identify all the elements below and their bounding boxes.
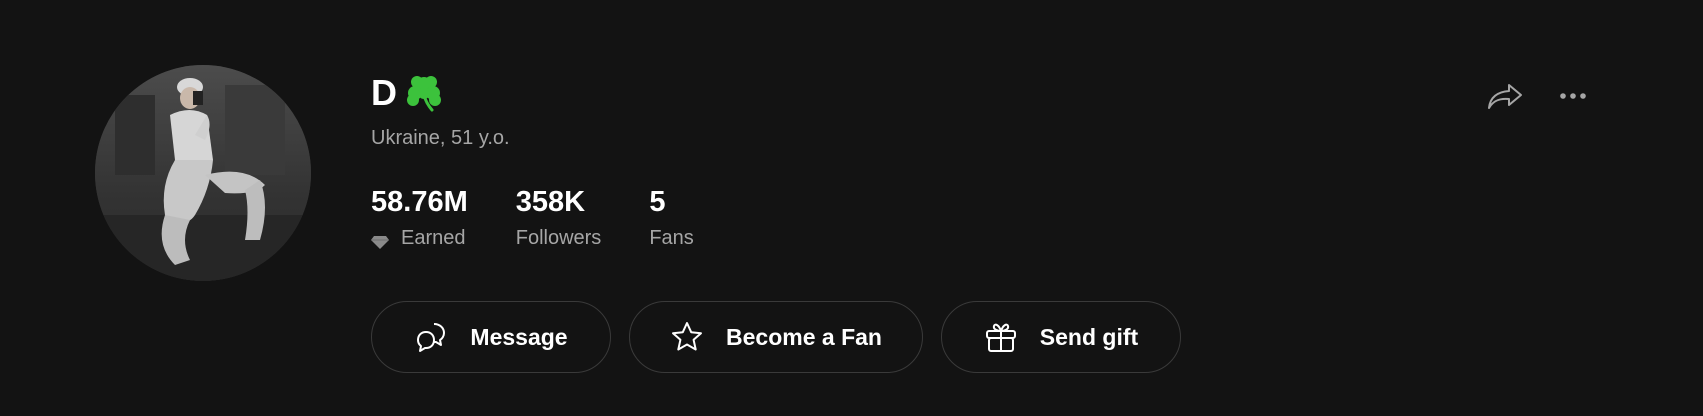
send-gift-button[interactable]: Send gift: [941, 301, 1181, 373]
stat-label: Followers: [515, 227, 602, 249]
stat-label: Fans: [649, 227, 694, 249]
stats-row: 58.76M Earned 358K Followers 5 Fans: [371, 183, 742, 250]
stat-followers[interactable]: 358K Followers: [516, 183, 602, 250]
shamrock-icon: [404, 73, 444, 113]
share-icon[interactable]: [1485, 76, 1525, 116]
more-icon[interactable]: [1553, 76, 1593, 116]
avatar[interactable]: [95, 65, 311, 281]
stat-label-row: Earned: [371, 227, 468, 250]
chat-bubbles-icon: [414, 320, 448, 354]
profile-location: Ukraine, 51 y.o.: [371, 127, 510, 149]
profile-name: D: [371, 72, 398, 113]
avatar-image: [95, 65, 311, 281]
top-actions: [1485, 76, 1593, 116]
stat-label: Earned: [401, 227, 466, 249]
send-gift-button-label: Send gift: [1039, 323, 1139, 350]
action-buttons: Message Become a Fan Send gift: [371, 301, 1199, 373]
become-fan-button[interactable]: Become a Fan: [629, 301, 923, 373]
star-icon: [670, 320, 704, 354]
stat-earned: 58.76M Earned: [371, 183, 468, 250]
gift-icon: [984, 320, 1018, 354]
stat-value: 358K: [515, 186, 586, 218]
stat-value: 58.76M: [371, 186, 468, 218]
profile-header: D Ukraine, 51 y.o. 58.76M Earned 358K Fo…: [0, 0, 1703, 416]
diamond-icon: [371, 232, 389, 249]
stat-value: 5: [649, 186, 666, 218]
become-fan-button-label: Become a Fan: [726, 323, 882, 350]
name-row: D: [371, 68, 444, 118]
message-button-label: Message: [470, 323, 568, 350]
message-button[interactable]: Message: [371, 301, 611, 373]
stat-fans[interactable]: 5 Fans: [649, 183, 693, 250]
